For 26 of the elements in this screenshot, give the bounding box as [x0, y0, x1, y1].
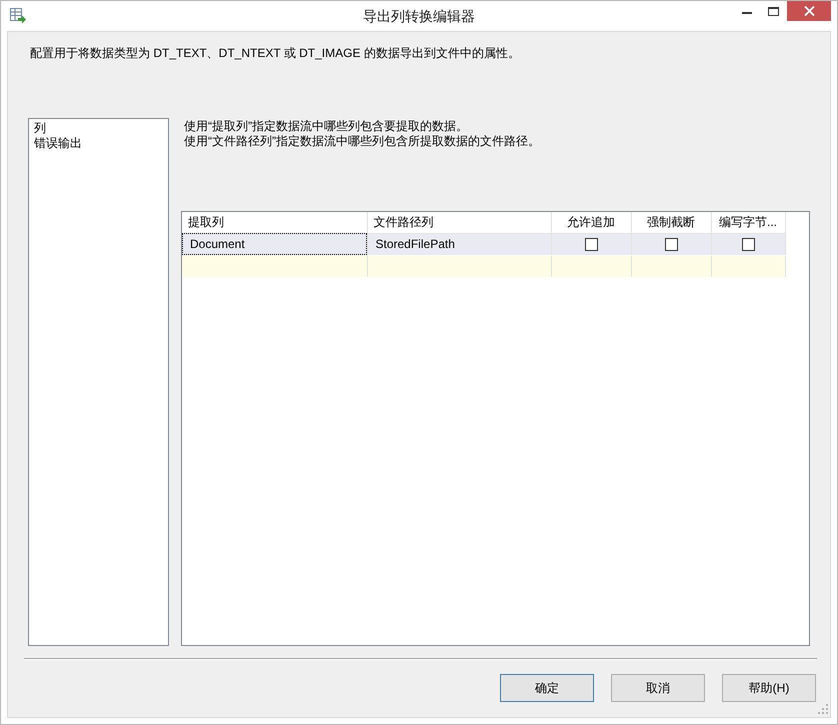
checkbox[interactable]	[742, 238, 754, 250]
close-icon	[804, 6, 814, 16]
sheet-arrow-icon	[10, 8, 26, 24]
table-cell: StoredFilePath	[367, 233, 551, 255]
table-cell: Document	[182, 233, 367, 255]
dialog-button[interactable]: 取消	[611, 674, 705, 702]
sidebar-item[interactable]: 列	[34, 121, 46, 136]
minimize-icon	[742, 12, 752, 14]
column-header[interactable]: 提取列	[182, 212, 367, 233]
checkbox[interactable]	[664, 238, 678, 250]
checkbox[interactable]	[584, 238, 598, 250]
close-button[interactable]	[787, 1, 831, 21]
dialog-button[interactable]: 帮助(H)	[722, 674, 816, 702]
dialog-button[interactable]: 确定	[500, 674, 594, 702]
instruction-text: 使用“文件路径列”指定数据流中哪些列包含所提取数据的文件路径。	[184, 134, 540, 149]
maximize-icon	[768, 6, 779, 16]
sidebar-item[interactable]: 错误输出	[34, 136, 82, 151]
column-header[interactable]: 强制截断	[631, 212, 711, 233]
description-text: 配置用于将数据类型为 DT_TEXT、DT_NTEXT 或 DT_IMAGE 的数据导出到文件中的属性。	[30, 45, 520, 61]
column-header[interactable]: 编写字节...	[711, 212, 785, 233]
table-row[interactable]: Document StoredFilePath	[182, 233, 785, 255]
resize-grip-icon[interactable]	[818, 704, 828, 714]
column-header[interactable]: 文件路径列	[367, 212, 551, 233]
instruction-text: 使用“提取列”指定数据流中哪些列包含要提取的数据。	[184, 119, 468, 134]
column-header[interactable]: 允许追加	[551, 212, 631, 233]
window-title: 导出列转换编辑器	[363, 7, 475, 26]
